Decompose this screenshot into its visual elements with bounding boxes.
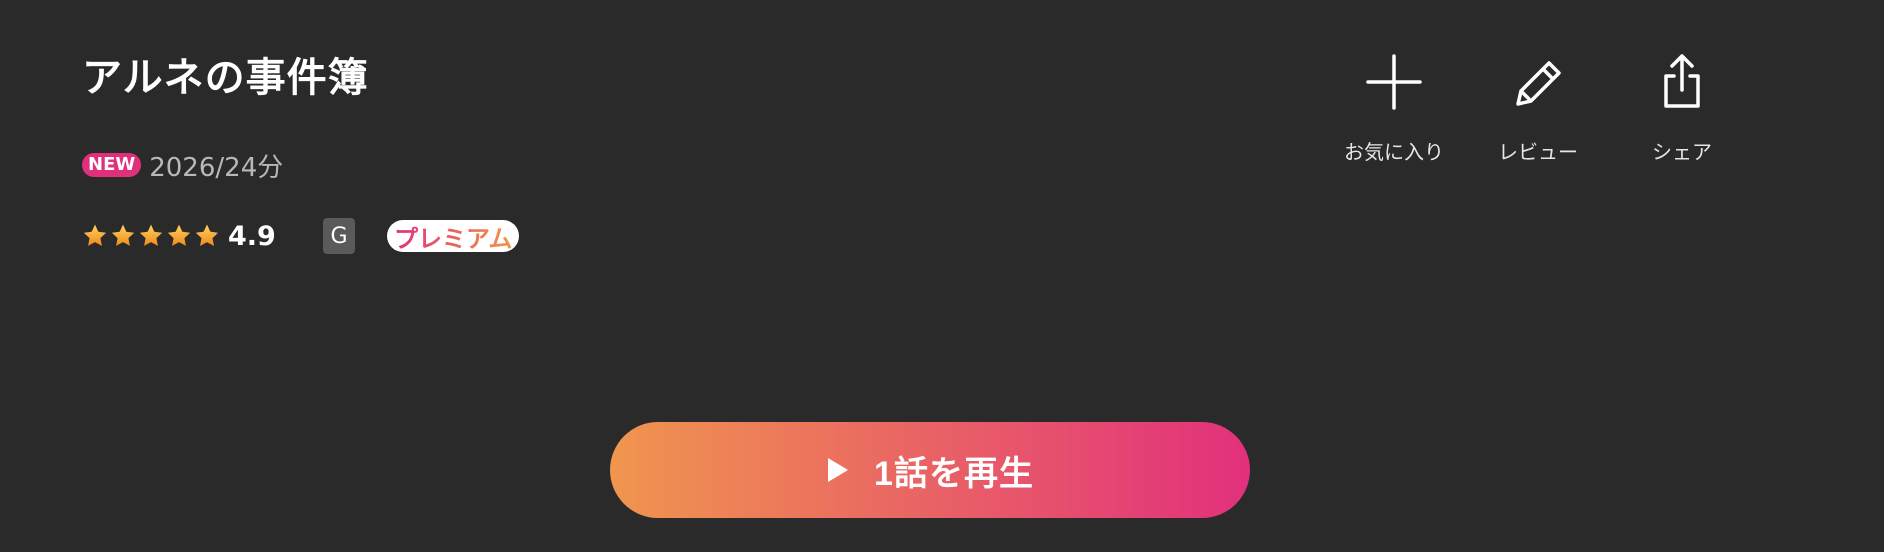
play-label: 1話を再生 <box>874 454 1034 493</box>
meta-row: NEW 2026/24分 <box>82 148 284 183</box>
review-button[interactable]: レビュー <box>1478 50 1598 165</box>
premium-label: プレミアム <box>394 219 512 254</box>
review-label: レビュー <box>1498 140 1578 164</box>
year-duration: 2026/24分 <box>149 152 284 183</box>
play-episode-button[interactable]: 1話を再生 <box>610 422 1250 518</box>
share-icon <box>1664 54 1700 108</box>
star-icon <box>111 224 135 246</box>
age-rating-badge: G <box>323 218 355 254</box>
play-icon <box>828 458 849 482</box>
share-label: シェア <box>1652 140 1712 164</box>
star-icon <box>139 224 163 246</box>
star-icon <box>167 224 191 246</box>
star-icon <box>83 224 107 246</box>
star-icon <box>195 224 219 246</box>
pencil-icon <box>1516 61 1561 106</box>
share-button[interactable]: シェア <box>1622 50 1742 165</box>
favorite-label: お気に入り <box>1344 140 1444 164</box>
plus-icon <box>1366 54 1422 110</box>
star-rating <box>82 223 220 249</box>
page-title: アルネの事件簿 <box>82 55 369 101</box>
action-bar: お気に入り レビュー シェア <box>1334 50 1742 165</box>
favorite-button[interactable]: お気に入り <box>1334 50 1454 165</box>
rating-row: 4.9 G プレミアム <box>82 216 520 256</box>
premium-badge: プレミアム <box>387 219 520 254</box>
rating-value: 4.9 <box>228 220 276 252</box>
new-badge: NEW <box>82 153 142 177</box>
